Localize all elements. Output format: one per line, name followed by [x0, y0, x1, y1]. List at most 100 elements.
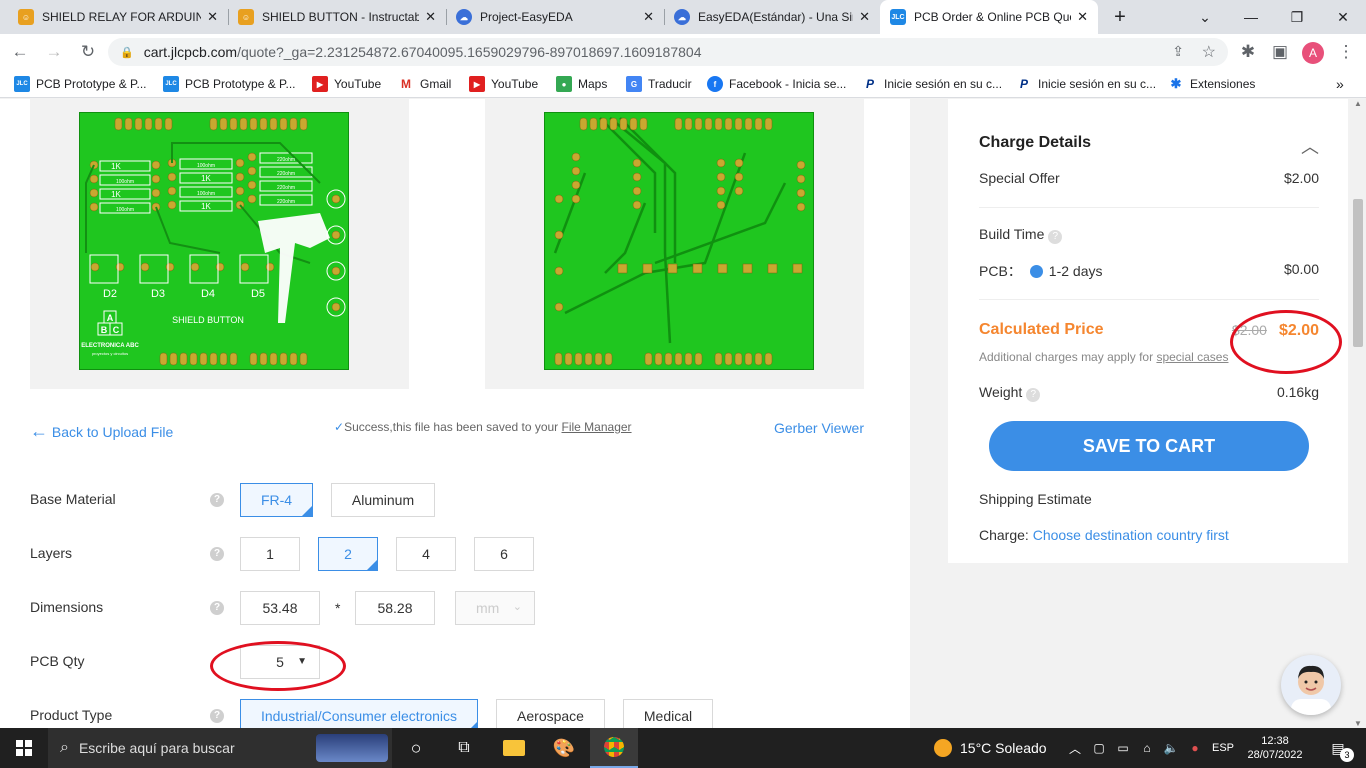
close-icon[interactable]: ✕ [1077, 9, 1088, 25]
bookmark-star-icon[interactable]: ☆ [1202, 42, 1216, 62]
height-input[interactable]: 58.28 [355, 591, 435, 625]
pcb-board-title: SHIELD BUTTON [172, 315, 244, 325]
check-icon: ✓ [334, 420, 345, 434]
bookmark-item[interactable]: P Inicie sesión en su c... [1016, 74, 1156, 94]
share-icon[interactable]: ⇪ [1172, 43, 1184, 60]
cortana-icon[interactable]: ○ [394, 728, 438, 768]
side-panel-icon[interactable]: ▣ [1268, 40, 1292, 64]
forward-icon[interactable]: → [42, 40, 66, 64]
close-icon[interactable]: ✕ [859, 9, 870, 25]
help-icon[interactable]: ? [210, 709, 224, 723]
weight-label: Weight ? [979, 384, 1041, 402]
save-to-cart-button[interactable]: SAVE TO CART [989, 421, 1309, 471]
radio-selected-icon[interactable] [1029, 265, 1043, 278]
product-type-row: Product Type ? Industrial/Consumer elect… [30, 699, 890, 728]
tab-shield-button[interactable]: ☺ SHIELD BUTTON - Instructables ✕ [228, 0, 446, 34]
gerber-viewer-link[interactable]: Gerber Viewer [774, 420, 864, 436]
chrome-icon[interactable] [590, 728, 638, 768]
search-icon: ⌕ [60, 739, 69, 756]
scroll-up-icon[interactable]: ▲ [1354, 99, 1362, 108]
tab-search-icon[interactable]: ⌄ [1182, 0, 1228, 34]
unit-select[interactable]: mm ⌄ [455, 591, 535, 625]
action-center-icon[interactable]: ▤ 3 [1318, 728, 1358, 768]
bookmark-item[interactable]: P Inicie sesión en su c... [862, 74, 1002, 94]
page-scrollbar[interactable]: ▲ ▼ [1350, 99, 1366, 728]
back-icon[interactable]: ← [8, 40, 32, 64]
option-industrial[interactable]: Industrial/Consumer electronics [240, 699, 478, 728]
option-medical[interactable]: Medical [623, 699, 713, 728]
close-window-icon[interactable]: ✕ [1320, 0, 1366, 34]
tab-strip: ☺ SHIELD RELAY FOR ARDUINO ✕ ☺ SHIELD BU… [0, 0, 1366, 34]
scroll-down-icon[interactable]: ▼ [1354, 719, 1362, 728]
file-explorer-icon[interactable] [490, 728, 538, 768]
help-icon[interactable]: ? [210, 547, 224, 561]
task-view-icon[interactable]: ⧉ [442, 728, 486, 768]
clock[interactable]: 12:38 28/07/2022 [1240, 728, 1310, 768]
file-manager-link[interactable]: File Manager [562, 420, 632, 434]
option-fr4[interactable]: FR-4 [240, 483, 313, 517]
option-layers-2[interactable]: 2 [318, 537, 378, 571]
bookmark-item[interactable]: JLC PCB Prototype & P... [14, 74, 147, 94]
layers-row: Layers ? 1 2 4 6 [30, 537, 890, 571]
minimize-icon[interactable]: — [1228, 0, 1274, 34]
more-bookmarks-icon[interactable]: » [1336, 74, 1344, 94]
battery-icon[interactable]: ▭ [1112, 728, 1134, 768]
width-input[interactable]: 53.48 [240, 591, 320, 625]
close-icon[interactable]: ✕ [425, 9, 436, 25]
help-icon[interactable]: ? [1026, 388, 1041, 402]
pcb-logo-letter: A [107, 313, 114, 323]
jlc-icon: JLC [14, 76, 30, 92]
new-tab-button[interactable]: + [1104, 0, 1136, 34]
bookmark-item[interactable]: ✱ Extensiones [1168, 74, 1255, 94]
charge-details-title: Charge Details [979, 134, 1092, 151]
tab-pcb-order[interactable]: JLC PCB Order & Online PCB Quo ✕ [880, 0, 1098, 34]
bookmark-item[interactable]: ▶ YouTube [469, 74, 538, 94]
profile-avatar[interactable]: A [1302, 42, 1324, 64]
bookmark-item[interactable]: ▶ YouTube [312, 74, 381, 94]
lock-icon[interactable]: 🔒 [120, 46, 134, 59]
reload-icon[interactable]: ↻ [76, 40, 100, 64]
help-icon[interactable]: ? [1048, 230, 1063, 244]
network-icon[interactable]: ⌂ [1136, 728, 1158, 768]
tab-easyeda-estandar[interactable]: ☁ EasyEDA(Estándar) - Una Sim ✕ [664, 0, 880, 34]
arrow-left-icon: ← [30, 421, 48, 441]
bookmark-item[interactable]: M Gmail [398, 74, 451, 94]
option-aluminum[interactable]: Aluminum [331, 483, 435, 517]
weather-widget[interactable]: 15°C Soleado [934, 728, 1060, 768]
notification-alert-icon[interactable]: ● [1184, 728, 1206, 768]
meet-now-icon[interactable]: ▢ [1088, 728, 1110, 768]
restore-icon[interactable]: ❐ [1274, 0, 1320, 34]
tab-project-easyeda[interactable]: ☁ Project-EasyEDA ✕ [446, 0, 664, 34]
help-icon[interactable]: ? [210, 493, 224, 507]
bookmark-item[interactable]: G Traducir [626, 74, 692, 94]
chevron-up-icon[interactable]: ︿ [1064, 728, 1086, 768]
special-cases-link[interactable]: special cases [1156, 350, 1228, 364]
collapse-chevron-icon[interactable]: ︿ [1301, 133, 1319, 159]
chat-support-avatar[interactable] [1281, 655, 1341, 715]
option-layers-4[interactable]: 4 [396, 537, 456, 571]
bookmark-item[interactable]: f Facebook - Inicia se... [707, 74, 846, 94]
back-to-upload-link[interactable]: ← Back to Upload File [30, 421, 173, 442]
scrollbar-thumb[interactable] [1353, 199, 1363, 347]
extensions-icon[interactable]: ✱ [1236, 40, 1260, 64]
tab-title: SHIELD BUTTON - Instructables [262, 10, 420, 24]
url-bar[interactable]: 🔒 cart.jlcpcb.com/quote?_ga=2.231254872.… [108, 38, 1228, 66]
option-aerospace[interactable]: Aerospace [496, 699, 605, 728]
tab-shield-relay[interactable]: ☺ SHIELD RELAY FOR ARDUINO ✕ [8, 0, 228, 34]
language-indicator[interactable]: ESP [1208, 728, 1238, 768]
close-icon[interactable]: ✕ [643, 9, 654, 25]
help-icon[interactable]: ? [210, 601, 224, 615]
windows-start-icon[interactable] [0, 728, 48, 768]
volume-icon[interactable]: 🔈 [1160, 728, 1182, 768]
paint-icon[interactable]: 🎨 [540, 728, 588, 768]
taskbar-search-box[interactable]: ⌕ Escribe aquí para buscar [48, 728, 392, 768]
choose-country-link[interactable]: Choose destination country first [1033, 527, 1229, 543]
option-layers-1[interactable]: 1 [240, 537, 300, 571]
menu-dots-icon[interactable]: ⋮ [1334, 40, 1358, 64]
bookmark-item[interactable]: JLC PCB Prototype & P... [163, 74, 296, 94]
special-offer-label: Special Offer [979, 170, 1060, 186]
option-layers-6[interactable]: 6 [474, 537, 534, 571]
bookmark-item[interactable]: ● Maps [556, 74, 607, 94]
charge-details-panel: Charge Details ︿ Special Offer $2.00 Bui… [948, 99, 1348, 563]
close-icon[interactable]: ✕ [207, 9, 218, 25]
